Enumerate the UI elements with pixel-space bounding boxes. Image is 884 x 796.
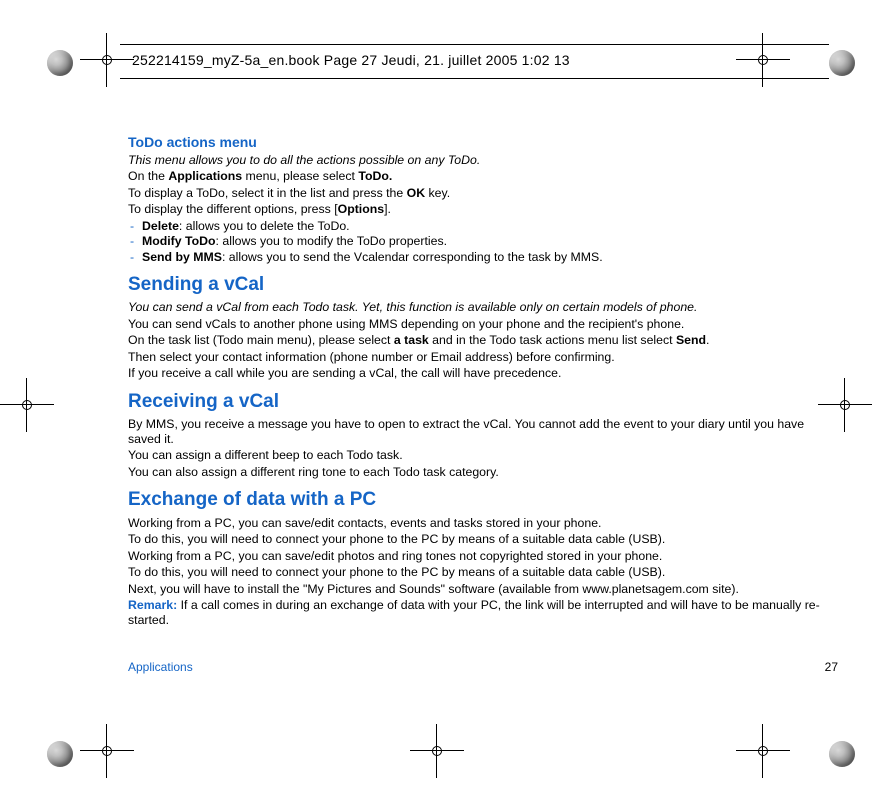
reg-mark-bl (40, 734, 80, 774)
body-text: To do this, you will need to connect you… (128, 565, 838, 580)
text: ]. (384, 202, 391, 216)
body-text: To display the different options, press … (128, 202, 838, 217)
body-text: On the Applications menu, please select … (128, 169, 838, 184)
list-item-text: Delete: allows you to delete the ToDo. (142, 219, 838, 234)
crop-mark-icon (410, 724, 464, 778)
text: On the (128, 169, 168, 183)
bold-term: a task (394, 333, 429, 347)
reg-mark-tl (40, 43, 80, 83)
page-header-runner: 252214159_myZ-5a_en.book Page 27 Jeudi, … (132, 52, 570, 68)
bold-term: Send (676, 333, 706, 347)
bullet-dash: - (128, 250, 142, 265)
crop-mark-icon (0, 378, 54, 432)
bold-term: Options (338, 202, 384, 216)
body-text: To do this, you will need to connect you… (128, 532, 838, 547)
footer-section: Applications (128, 660, 193, 674)
body-text: To display a ToDo, select it in the list… (128, 186, 838, 201)
list-item: - Send by MMS: allows you to send the Vc… (128, 250, 838, 265)
remark-label: Remark: (128, 598, 177, 612)
body-text: If you receive a call while you are send… (128, 366, 838, 381)
bullet-dash: - (128, 219, 142, 234)
crop-mark-icon (80, 724, 134, 778)
footer-page-number: 27 (825, 660, 838, 674)
heading-receiving-vcal: Receiving a vCal (128, 391, 838, 413)
divider (120, 44, 829, 45)
text: : allows you to delete the ToDo. (179, 219, 350, 233)
text: On the task list (Todo main menu), pleas… (128, 333, 394, 347)
crop-mark-icon (736, 724, 790, 778)
text: key. (425, 186, 450, 200)
send-intro: You can send a vCal from each Todo task.… (128, 300, 838, 315)
divider (120, 78, 829, 79)
page-body: ToDo actions menu This menu allows you t… (128, 130, 838, 629)
body-text: By MMS, you receive a message you have t… (128, 417, 838, 446)
remark-text: Remark: If a call comes in during an exc… (128, 598, 838, 627)
bold-term: Send by MMS (142, 250, 222, 264)
body-text: Then select your contact information (ph… (128, 350, 838, 365)
body-text: You can assign a different beep to each … (128, 448, 838, 463)
bold-term: Applications (168, 169, 242, 183)
text: To display the different options, press … (128, 202, 338, 216)
text: : allows you to modify the ToDo properti… (216, 234, 447, 248)
body-text: Working from a PC, you can save/edit pho… (128, 549, 838, 564)
body-text: Working from a PC, you can save/edit con… (128, 516, 838, 531)
list-item-text: Modify ToDo: allows you to modify the To… (142, 234, 838, 249)
todo-intro: This menu allows you to do all the actio… (128, 153, 838, 168)
bold-term: OK (407, 186, 425, 200)
body-text: On the task list (Todo main menu), pleas… (128, 333, 838, 348)
bold-term: Delete (142, 219, 179, 233)
body-text: You can also assign a different ring ton… (128, 465, 838, 480)
list-item-text: Send by MMS: allows you to send the Vcal… (142, 250, 838, 265)
bold-term: ToDo. (358, 169, 392, 183)
heading-sending-vcal: Sending a vCal (128, 274, 838, 296)
bullet-dash: - (128, 234, 142, 249)
heading-todo-actions: ToDo actions menu (128, 134, 838, 151)
list-item: - Modify ToDo: allows you to modify the … (128, 234, 838, 249)
body-text: Next, you will have to install the "My P… (128, 582, 838, 597)
heading-exchange-pc: Exchange of data with a PC (128, 489, 838, 511)
list-item: - Delete: allows you to delete the ToDo. (128, 219, 838, 234)
reg-mark-tr (822, 43, 862, 83)
bold-term: Modify ToDo (142, 234, 216, 248)
text: If a call comes in during an exchange of… (128, 598, 820, 627)
body-text: You can send vCals to another phone usin… (128, 317, 838, 332)
text: menu, please select (242, 169, 358, 183)
page-footer: Applications 27 (128, 660, 838, 674)
reg-mark-br (822, 734, 862, 774)
text: To display a ToDo, select it in the list… (128, 186, 407, 200)
text: . (706, 333, 709, 347)
text: and in the Todo task actions menu list s… (429, 333, 676, 347)
text: : allows you to send the Vcalendar corre… (222, 250, 603, 264)
